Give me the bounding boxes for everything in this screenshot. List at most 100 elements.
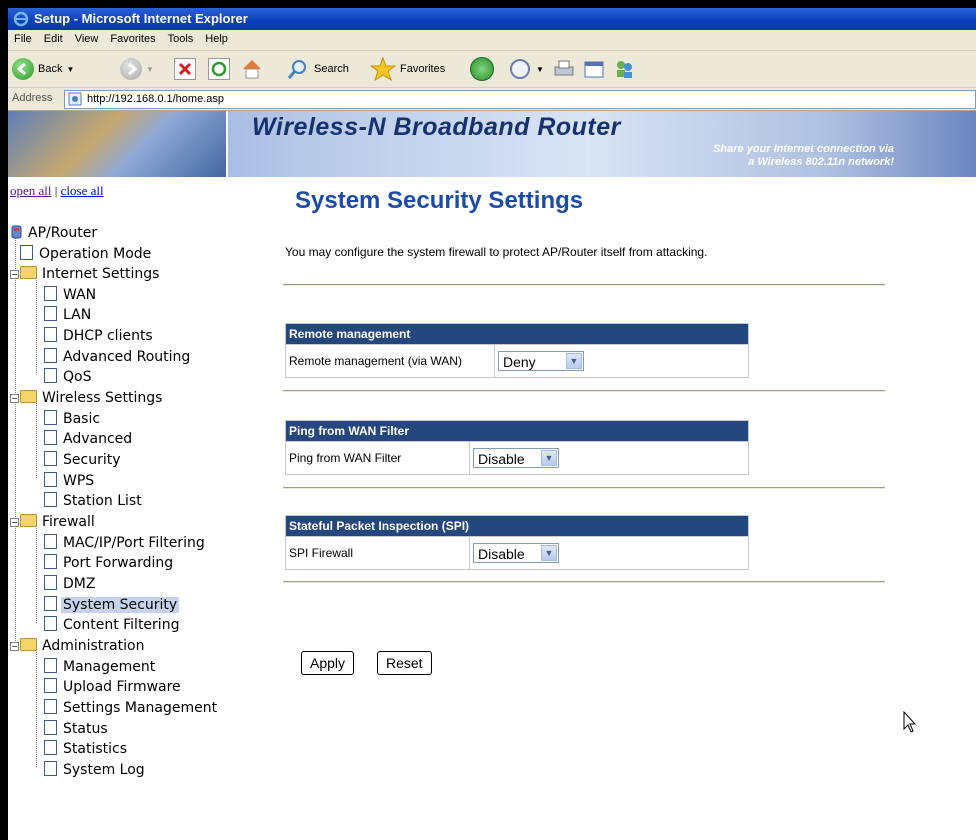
search-button[interactable]: Search <box>286 56 349 82</box>
search-icon <box>287 60 306 79</box>
spi-firewall-select[interactable]: Disable ▼ <box>473 543 559 563</box>
nav-wireless-basic[interactable]: Basic <box>44 409 102 429</box>
ping-filter-select[interactable]: Disable ▼ <box>473 448 559 468</box>
chevron-down-icon[interactable]: ▼ <box>566 353 582 369</box>
nav-lan[interactable]: LAN <box>44 305 93 325</box>
document-icon <box>44 761 57 776</box>
chevron-down-icon[interactable]: ▼ <box>541 450 557 466</box>
nav-system-security[interactable]: System Security <box>44 595 180 615</box>
nav-wireless-advanced[interactable]: Advanced <box>44 429 134 449</box>
address-input[interactable]: http://192.168.0.1/home.asp <box>64 90 976 109</box>
address-bar: Address http://192.168.0.1/home.asp <box>8 88 976 111</box>
document-icon <box>44 720 57 735</box>
collapse-icon: − <box>10 270 19 279</box>
browser-window: Setup - Microsoft Internet Explorer File… <box>8 8 976 840</box>
tree-label: Management <box>63 659 156 675</box>
page-title: System Security Settings <box>295 187 584 214</box>
banner: Wireless-N Broadband Router Share your I… <box>8 111 976 177</box>
nav-wan[interactable]: WAN <box>44 285 98 305</box>
edit-button[interactable] <box>582 56 606 82</box>
banner-divider <box>226 111 228 177</box>
nav-firewall[interactable]: − Firewall <box>10 512 97 532</box>
nav-upload-firmware[interactable]: Upload Firmware <box>44 677 183 697</box>
favorites-button[interactable]: Favorites <box>370 56 445 82</box>
chevron-down-icon[interactable]: ▼ <box>541 545 557 561</box>
mouse-cursor-icon <box>903 711 917 733</box>
messenger-icon <box>617 61 632 78</box>
menu-favorites[interactable]: Favorites <box>104 30 161 45</box>
apply-button[interactable]: Apply <box>301 651 355 675</box>
nav-dhcp-clients[interactable]: DHCP clients <box>44 326 155 346</box>
mail-button[interactable]: ▼ <box>508 56 544 82</box>
nav-system-log[interactable]: System Log <box>44 760 147 780</box>
row-label: Ping from WAN Filter <box>286 442 470 474</box>
print-button[interactable] <box>552 56 576 82</box>
chevron-down-icon: ▼ <box>66 64 75 74</box>
sidebar: open all | close all AP/Router Operation… <box>8 177 268 840</box>
nav-dmz[interactable]: DMZ <box>44 574 97 594</box>
nav-operation-mode[interactable]: Operation Mode <box>20 244 153 264</box>
back-arrow-icon <box>12 58 34 80</box>
tree-label: DHCP clients <box>63 328 153 344</box>
nav-advanced-routing[interactable]: Advanced Routing <box>44 347 192 367</box>
nav-internet-settings[interactable]: − Internet Settings <box>10 264 161 284</box>
banner-title: Wireless-N Broadband Router <box>252 113 621 141</box>
back-button[interactable]: Back ▼ <box>12 56 74 82</box>
tree-line <box>15 233 16 643</box>
table-header: Ping from WAN Filter <box>286 421 748 441</box>
menu-file[interactable]: File <box>8 30 38 45</box>
menu-help[interactable]: Help <box>199 30 234 45</box>
document-icon <box>44 451 57 466</box>
forward-button[interactable]: ▼ <box>120 56 154 82</box>
document-icon <box>44 430 57 445</box>
stop-icon <box>174 58 196 80</box>
row-value-cell: Disable ▼ <box>470 537 559 569</box>
nav-wireless-settings[interactable]: − Wireless Settings <box>10 388 164 408</box>
home-button[interactable] <box>240 56 264 82</box>
nav-settings-management[interactable]: Settings Management <box>44 698 219 718</box>
mail-icon <box>510 59 530 79</box>
stop-button[interactable] <box>174 56 196 82</box>
close-all-link[interactable]: close all <box>61 183 104 198</box>
document-icon <box>44 492 57 507</box>
tree-label: Status <box>63 721 108 737</box>
nav-station-list[interactable]: Station List <box>44 491 144 511</box>
remote-management-select[interactable]: Deny ▼ <box>498 351 584 371</box>
history-button[interactable] <box>470 56 494 82</box>
document-icon <box>44 575 57 590</box>
tree-label: Settings Management <box>63 700 218 716</box>
messenger-button[interactable] <box>612 56 636 82</box>
table-header: Stateful Packet Inspection (SPI) <box>286 516 748 536</box>
menu-tools[interactable]: Tools <box>162 30 200 45</box>
document-icon <box>44 616 57 631</box>
nav-mac-ip-port-filtering[interactable]: MAC/IP/Port Filtering <box>44 533 207 553</box>
open-all-link[interactable]: open all <box>10 183 52 198</box>
menu-view[interactable]: View <box>69 30 105 45</box>
address-label: Address <box>12 92 53 104</box>
nav-management[interactable]: Management <box>44 657 157 677</box>
document-icon <box>44 699 57 714</box>
tree-label: Station List <box>63 493 142 509</box>
tree-root-ap-router[interactable]: AP/Router <box>10 223 99 243</box>
nav-statistics[interactable]: Statistics <box>44 739 129 759</box>
nav-status[interactable]: Status <box>44 719 110 739</box>
menu-edit[interactable]: Edit <box>38 30 69 45</box>
folder-icon <box>20 266 37 279</box>
nav-content-filtering[interactable]: Content Filtering <box>44 615 181 635</box>
document-icon <box>44 410 57 425</box>
nav-administration[interactable]: − Administration <box>10 636 146 656</box>
edit-icon <box>584 61 604 78</box>
nav-qos[interactable]: QoS <box>44 367 93 387</box>
nav-wps[interactable]: WPS <box>44 471 96 491</box>
tree-label: Content Filtering <box>63 617 180 633</box>
link-separator: | <box>54 183 58 198</box>
tree-label: Administration <box>42 638 145 654</box>
menu-bar: File Edit View Favorites Tools Help <box>8 30 976 51</box>
nav-wireless-security[interactable]: Security <box>44 450 123 470</box>
divider <box>283 581 885 583</box>
tree-line <box>36 647 37 767</box>
reset-button[interactable]: Reset <box>377 651 432 675</box>
address-url: http://192.168.0.1/home.asp <box>87 93 224 105</box>
nav-port-forwarding[interactable]: Port Forwarding <box>44 553 175 573</box>
refresh-button[interactable] <box>208 56 230 82</box>
